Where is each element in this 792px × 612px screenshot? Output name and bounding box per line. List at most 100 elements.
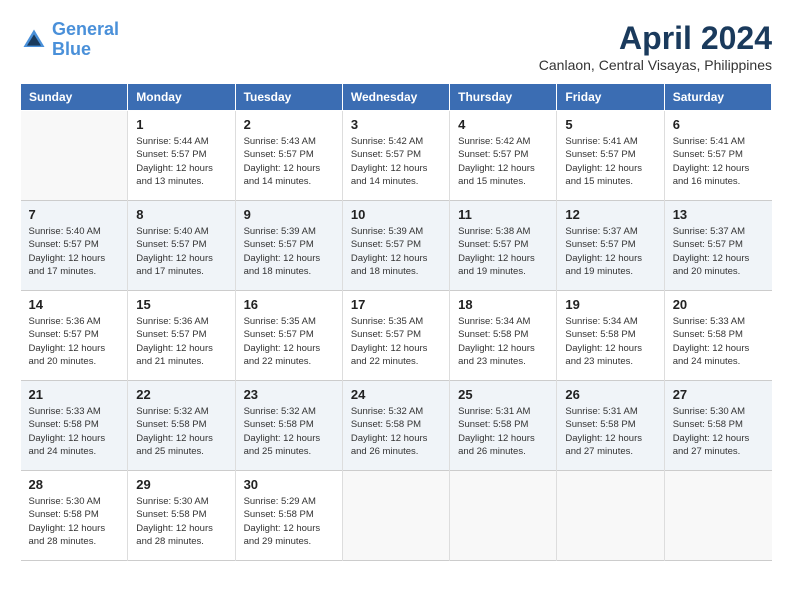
day-info: Sunrise: 5:32 AMSunset: 5:58 PMDaylight:…: [244, 405, 334, 458]
day-cell: 14 Sunrise: 5:36 AMSunset: 5:57 PMDaylig…: [21, 291, 128, 381]
day-number: 10: [351, 207, 441, 222]
day-number: 28: [29, 477, 120, 492]
month-title: April 2024: [539, 20, 772, 57]
week-row-2: 7 Sunrise: 5:40 AMSunset: 5:57 PMDayligh…: [21, 201, 772, 291]
logo: General Blue: [20, 20, 119, 60]
day-info: Sunrise: 5:37 AMSunset: 5:57 PMDaylight:…: [565, 225, 655, 278]
day-cell: 13 Sunrise: 5:37 AMSunset: 5:57 PMDaylig…: [664, 201, 771, 291]
day-number: 8: [136, 207, 226, 222]
day-number: 29: [136, 477, 226, 492]
day-cell: 5 Sunrise: 5:41 AMSunset: 5:57 PMDayligh…: [557, 111, 664, 201]
day-number: 30: [244, 477, 334, 492]
day-cell: 15 Sunrise: 5:36 AMSunset: 5:57 PMDaylig…: [128, 291, 235, 381]
logo-blue: Blue: [52, 39, 91, 59]
day-cell: [664, 471, 771, 561]
day-number: 27: [673, 387, 764, 402]
day-cell: 24 Sunrise: 5:32 AMSunset: 5:58 PMDaylig…: [342, 381, 449, 471]
day-number: 7: [29, 207, 120, 222]
page-header: General Blue April 2024 Canlaon, Central…: [20, 20, 772, 73]
day-cell: 29 Sunrise: 5:30 AMSunset: 5:58 PMDaylig…: [128, 471, 235, 561]
day-info: Sunrise: 5:42 AMSunset: 5:57 PMDaylight:…: [351, 135, 441, 188]
col-sunday: Sunday: [21, 84, 128, 111]
day-info: Sunrise: 5:42 AMSunset: 5:57 PMDaylight:…: [458, 135, 548, 188]
day-cell: [450, 471, 557, 561]
day-cell: 11 Sunrise: 5:38 AMSunset: 5:57 PMDaylig…: [450, 201, 557, 291]
day-info: Sunrise: 5:41 AMSunset: 5:57 PMDaylight:…: [673, 135, 764, 188]
day-info: Sunrise: 5:41 AMSunset: 5:57 PMDaylight:…: [565, 135, 655, 188]
day-number: 14: [29, 297, 120, 312]
col-tuesday: Tuesday: [235, 84, 342, 111]
day-info: Sunrise: 5:38 AMSunset: 5:57 PMDaylight:…: [458, 225, 548, 278]
day-info: Sunrise: 5:33 AMSunset: 5:58 PMDaylight:…: [673, 315, 764, 368]
day-number: 3: [351, 117, 441, 132]
day-cell: 16 Sunrise: 5:35 AMSunset: 5:57 PMDaylig…: [235, 291, 342, 381]
day-number: 6: [673, 117, 764, 132]
logo-icon: [20, 26, 48, 54]
day-info: Sunrise: 5:39 AMSunset: 5:57 PMDaylight:…: [244, 225, 334, 278]
week-row-4: 21 Sunrise: 5:33 AMSunset: 5:58 PMDaylig…: [21, 381, 772, 471]
day-cell: 17 Sunrise: 5:35 AMSunset: 5:57 PMDaylig…: [342, 291, 449, 381]
day-info: Sunrise: 5:33 AMSunset: 5:58 PMDaylight:…: [29, 405, 120, 458]
day-info: Sunrise: 5:44 AMSunset: 5:57 PMDaylight:…: [136, 135, 226, 188]
day-number: 15: [136, 297, 226, 312]
location-subtitle: Canlaon, Central Visayas, Philippines: [539, 57, 772, 73]
day-cell: 22 Sunrise: 5:32 AMSunset: 5:58 PMDaylig…: [128, 381, 235, 471]
day-cell: 27 Sunrise: 5:30 AMSunset: 5:58 PMDaylig…: [664, 381, 771, 471]
day-cell: 6 Sunrise: 5:41 AMSunset: 5:57 PMDayligh…: [664, 111, 771, 201]
day-number: 4: [458, 117, 548, 132]
day-info: Sunrise: 5:37 AMSunset: 5:57 PMDaylight:…: [673, 225, 764, 278]
logo-text: General Blue: [52, 20, 119, 60]
day-cell: 9 Sunrise: 5:39 AMSunset: 5:57 PMDayligh…: [235, 201, 342, 291]
day-info: Sunrise: 5:35 AMSunset: 5:57 PMDaylight:…: [351, 315, 441, 368]
day-number: 18: [458, 297, 548, 312]
day-info: Sunrise: 5:32 AMSunset: 5:58 PMDaylight:…: [351, 405, 441, 458]
day-number: 26: [565, 387, 655, 402]
day-number: 20: [673, 297, 764, 312]
day-cell: 26 Sunrise: 5:31 AMSunset: 5:58 PMDaylig…: [557, 381, 664, 471]
day-info: Sunrise: 5:30 AMSunset: 5:58 PMDaylight:…: [29, 495, 120, 548]
day-cell: 12 Sunrise: 5:37 AMSunset: 5:57 PMDaylig…: [557, 201, 664, 291]
day-cell: 18 Sunrise: 5:34 AMSunset: 5:58 PMDaylig…: [450, 291, 557, 381]
col-friday: Friday: [557, 84, 664, 111]
day-info: Sunrise: 5:31 AMSunset: 5:58 PMDaylight:…: [458, 405, 548, 458]
day-number: 23: [244, 387, 334, 402]
day-cell: 7 Sunrise: 5:40 AMSunset: 5:57 PMDayligh…: [21, 201, 128, 291]
week-row-3: 14 Sunrise: 5:36 AMSunset: 5:57 PMDaylig…: [21, 291, 772, 381]
day-cell: 28 Sunrise: 5:30 AMSunset: 5:58 PMDaylig…: [21, 471, 128, 561]
day-info: Sunrise: 5:39 AMSunset: 5:57 PMDaylight:…: [351, 225, 441, 278]
day-info: Sunrise: 5:34 AMSunset: 5:58 PMDaylight:…: [458, 315, 548, 368]
day-number: 25: [458, 387, 548, 402]
day-cell: 3 Sunrise: 5:42 AMSunset: 5:57 PMDayligh…: [342, 111, 449, 201]
col-thursday: Thursday: [450, 84, 557, 111]
header-row: Sunday Monday Tuesday Wednesday Thursday…: [21, 84, 772, 111]
day-cell: 10 Sunrise: 5:39 AMSunset: 5:57 PMDaylig…: [342, 201, 449, 291]
day-cell: 19 Sunrise: 5:34 AMSunset: 5:58 PMDaylig…: [557, 291, 664, 381]
day-number: 16: [244, 297, 334, 312]
day-number: 11: [458, 207, 548, 222]
day-info: Sunrise: 5:31 AMSunset: 5:58 PMDaylight:…: [565, 405, 655, 458]
day-cell: 1 Sunrise: 5:44 AMSunset: 5:57 PMDayligh…: [128, 111, 235, 201]
day-info: Sunrise: 5:29 AMSunset: 5:58 PMDaylight:…: [244, 495, 334, 548]
day-cell: [21, 111, 128, 201]
day-cell: 2 Sunrise: 5:43 AMSunset: 5:57 PMDayligh…: [235, 111, 342, 201]
day-cell: [342, 471, 449, 561]
week-row-1: 1 Sunrise: 5:44 AMSunset: 5:57 PMDayligh…: [21, 111, 772, 201]
day-info: Sunrise: 5:30 AMSunset: 5:58 PMDaylight:…: [673, 405, 764, 458]
day-info: Sunrise: 5:36 AMSunset: 5:57 PMDaylight:…: [29, 315, 120, 368]
day-info: Sunrise: 5:35 AMSunset: 5:57 PMDaylight:…: [244, 315, 334, 368]
day-cell: [557, 471, 664, 561]
day-info: Sunrise: 5:32 AMSunset: 5:58 PMDaylight:…: [136, 405, 226, 458]
day-cell: 4 Sunrise: 5:42 AMSunset: 5:57 PMDayligh…: [450, 111, 557, 201]
day-number: 1: [136, 117, 226, 132]
day-number: 19: [565, 297, 655, 312]
day-cell: 30 Sunrise: 5:29 AMSunset: 5:58 PMDaylig…: [235, 471, 342, 561]
day-info: Sunrise: 5:43 AMSunset: 5:57 PMDaylight:…: [244, 135, 334, 188]
day-number: 9: [244, 207, 334, 222]
day-info: Sunrise: 5:34 AMSunset: 5:58 PMDaylight:…: [565, 315, 655, 368]
calendar-table: Sunday Monday Tuesday Wednesday Thursday…: [20, 83, 772, 561]
day-info: Sunrise: 5:30 AMSunset: 5:58 PMDaylight:…: [136, 495, 226, 548]
logo-general: General: [52, 19, 119, 39]
day-number: 17: [351, 297, 441, 312]
day-cell: 23 Sunrise: 5:32 AMSunset: 5:58 PMDaylig…: [235, 381, 342, 471]
day-number: 21: [29, 387, 120, 402]
